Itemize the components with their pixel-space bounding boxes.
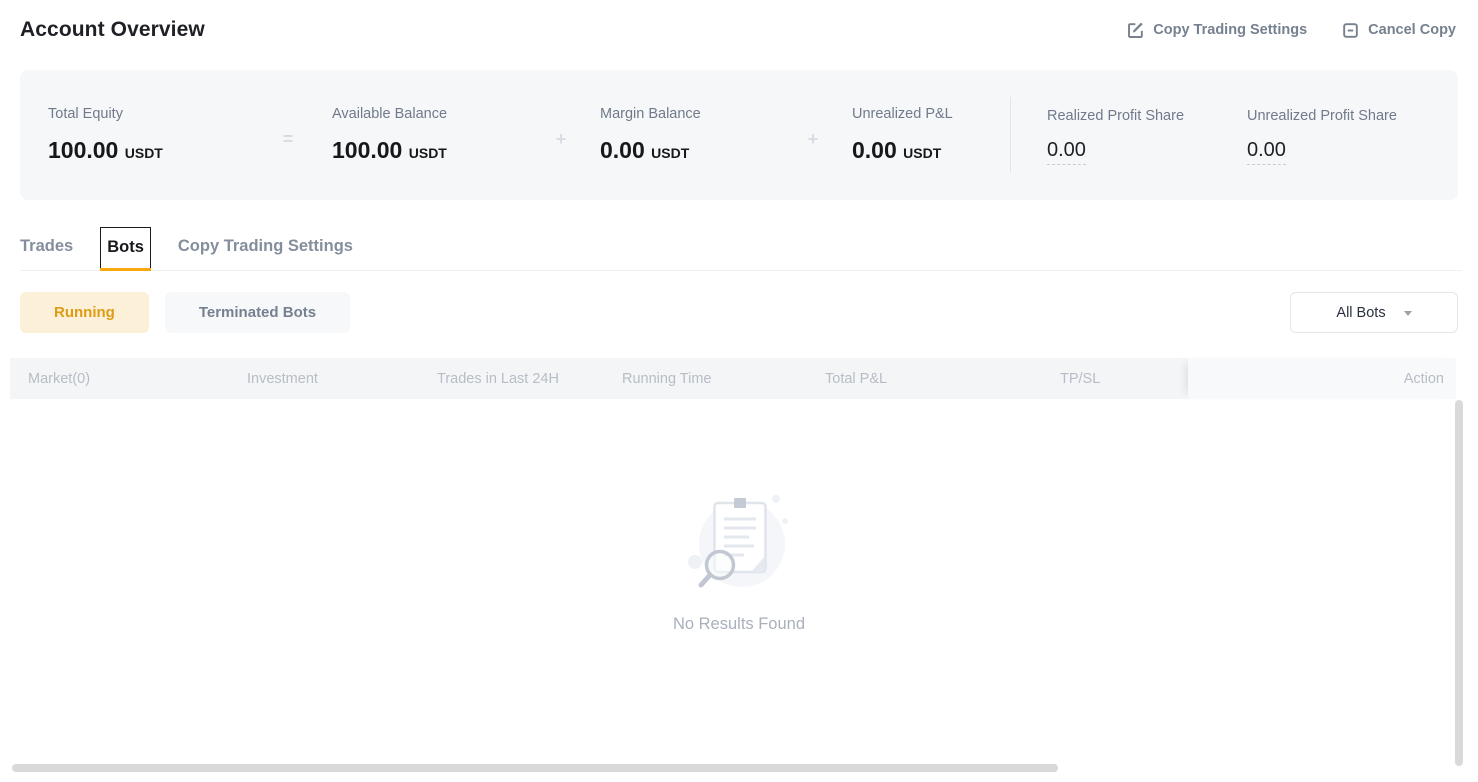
plus-operator: + <box>774 129 852 150</box>
page-title: Account Overview <box>20 18 205 42</box>
header-actions: Copy Trading Settings Cancel Copy <box>1126 21 1456 40</box>
stat-label: Realized Profit Share <box>1047 108 1247 124</box>
column-header-investment: Investment <box>247 371 437 387</box>
page-header: Account Overview Copy Trading Settings <box>20 18 1456 42</box>
column-header-market: Market(0) <box>10 371 247 387</box>
column-header-total-pnl: Total P&L <box>825 371 1060 387</box>
column-header-action: Action <box>1188 358 1456 399</box>
all-bots-dropdown[interactable]: All Bots <box>1290 292 1458 333</box>
stat-total-equity: Total Equity 100.00 USDT <box>48 106 244 164</box>
stat-value: 0.00 <box>1047 139 1247 162</box>
stat-value: 100.00 USDT <box>332 137 522 164</box>
chevron-down-icon <box>1404 311 1412 316</box>
plus-operator: + <box>522 129 600 150</box>
column-header-trades-24h: Trades in Last 24H <box>437 371 622 387</box>
empty-state-text: No Results Found <box>673 615 805 634</box>
stat-value: 0.00 USDT <box>600 137 774 164</box>
stat-unrealized-profit-share: Unrealized Profit Share 0.00 <box>1247 108 1397 162</box>
stat-margin-balance: Margin Balance 0.00 USDT <box>600 106 774 164</box>
equals-operator: = <box>244 129 332 150</box>
copy-trading-settings-label: Copy Trading Settings <box>1153 22 1307 38</box>
empty-state: No Results Found <box>0 486 1478 634</box>
stat-realized-profit-share: Realized Profit Share 0.00 <box>1047 108 1247 162</box>
terminated-bots-filter-button[interactable]: Terminated Bots <box>165 292 350 333</box>
stat-value: 100.00 USDT <box>48 137 244 164</box>
main-tabs: Trades Bots Copy Trading Settings <box>20 224 1462 271</box>
vertical-scrollbar[interactable] <box>1455 400 1463 766</box>
account-overview-page: Account Overview Copy Trading Settings <box>0 0 1478 782</box>
stat-unit: USDT <box>651 145 689 161</box>
cancel-copy-button[interactable]: Cancel Copy <box>1341 21 1456 40</box>
stat-label: Unrealized Profit Share <box>1247 108 1397 124</box>
column-header-tpsl: TP/SL <box>1060 371 1188 387</box>
stat-unit: USDT <box>125 145 163 161</box>
stat-value: 0.00 <box>1247 139 1397 162</box>
stat-unrealized-pnl: Unrealized P&L 0.00 USDT <box>852 106 1004 164</box>
stat-unit: USDT <box>409 145 447 161</box>
bots-table-header: Market(0) Investment Trades in Last 24H … <box>10 358 1456 399</box>
minus-square-icon <box>1341 21 1360 40</box>
account-stats-card: Total Equity 100.00 USDT = Available Bal… <box>20 70 1458 200</box>
stats-divider <box>1010 97 1011 173</box>
stat-label: Available Balance <box>332 106 522 122</box>
bots-filter-row: Running Terminated Bots All Bots <box>20 292 1458 333</box>
edit-square-icon <box>1126 21 1145 40</box>
column-header-running-time: Running Time <box>622 371 825 387</box>
horizontal-scrollbar[interactable] <box>12 764 1058 772</box>
stat-available-balance: Available Balance 100.00 USDT <box>332 106 522 164</box>
cancel-copy-label: Cancel Copy <box>1368 22 1456 38</box>
tab-bots[interactable]: Bots <box>100 227 151 270</box>
running-filter-button[interactable]: Running <box>20 292 149 333</box>
stat-unit: USDT <box>903 145 941 161</box>
tab-trades[interactable]: Trades <box>20 225 73 270</box>
no-results-illustration-icon <box>678 486 800 609</box>
stat-label: Unrealized P&L <box>852 106 1004 122</box>
stat-value: 0.00 USDT <box>852 137 1004 164</box>
all-bots-dropdown-value: All Bots <box>1336 305 1385 321</box>
tab-copy-trading-settings[interactable]: Copy Trading Settings <box>178 225 353 270</box>
copy-trading-settings-button[interactable]: Copy Trading Settings <box>1126 21 1307 40</box>
stat-label: Margin Balance <box>600 106 774 122</box>
stat-label: Total Equity <box>48 106 244 122</box>
